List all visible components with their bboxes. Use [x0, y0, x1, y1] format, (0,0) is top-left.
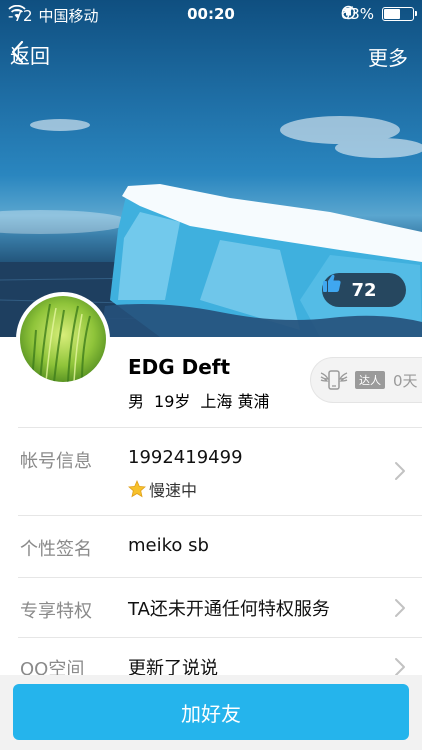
add-friend-button[interactable]: 加好友 [13, 684, 409, 740]
badge-days: 0天 [393, 371, 418, 390]
profile-age: 19岁 [154, 392, 191, 411]
winged-phone-icon [320, 370, 348, 390]
account-status-text: 慢速中 [149, 481, 198, 500]
status-bar: -72 中国移动 00:20 63% [0, 0, 422, 28]
row-label: 个性签名 [20, 539, 92, 560]
row-label: 帐号信息 [20, 451, 92, 472]
cover-image[interactable]: -72 中国移动 00:20 63% 返回 更多 72 [0, 0, 422, 337]
account-number: 1992419499 [128, 447, 243, 468]
profile-location: 上海 黄浦 [200, 392, 270, 411]
chevron-right-icon [395, 599, 405, 617]
navigation-bar: 返回 更多 [0, 30, 422, 80]
avatar-image [20, 296, 106, 382]
divider [18, 515, 422, 516]
more-button[interactable]: 更多 [368, 42, 408, 71]
chevron-right-icon [395, 462, 405, 480]
signature-text: meiko sb [128, 535, 209, 556]
back-button[interactable]: 返回 [10, 40, 50, 69]
like-button[interactable]: 72 [322, 273, 406, 307]
battery-icon [382, 7, 417, 21]
row-label: 专享特权 [20, 601, 92, 622]
thumbs-up-icon [323, 274, 341, 292]
divider [18, 577, 422, 578]
like-count: 72 [351, 279, 377, 301]
divider [18, 427, 422, 428]
grass-avatar-illustration [20, 296, 106, 382]
profile-gender: 男 [128, 392, 145, 411]
avatar[interactable] [16, 292, 110, 386]
battery-level [384, 9, 400, 19]
status-right: 63% [341, 5, 417, 23]
chevron-left-icon [11, 40, 24, 64]
badge-tag: 达人 [355, 371, 385, 389]
profile-meta: 男 19岁 上海 黄浦 [128, 388, 269, 412]
star-icon [128, 480, 146, 498]
divider [18, 637, 422, 638]
profile-name: EDG Deft [128, 355, 231, 379]
privileges-text: TA还未开通任何特权服务 [128, 599, 330, 620]
chevron-right-icon [395, 658, 405, 676]
expert-badge[interactable]: 达人 0天 [310, 357, 422, 403]
account-status: 慢速中 [128, 477, 197, 501]
location-arrow-icon [341, 6, 353, 17]
